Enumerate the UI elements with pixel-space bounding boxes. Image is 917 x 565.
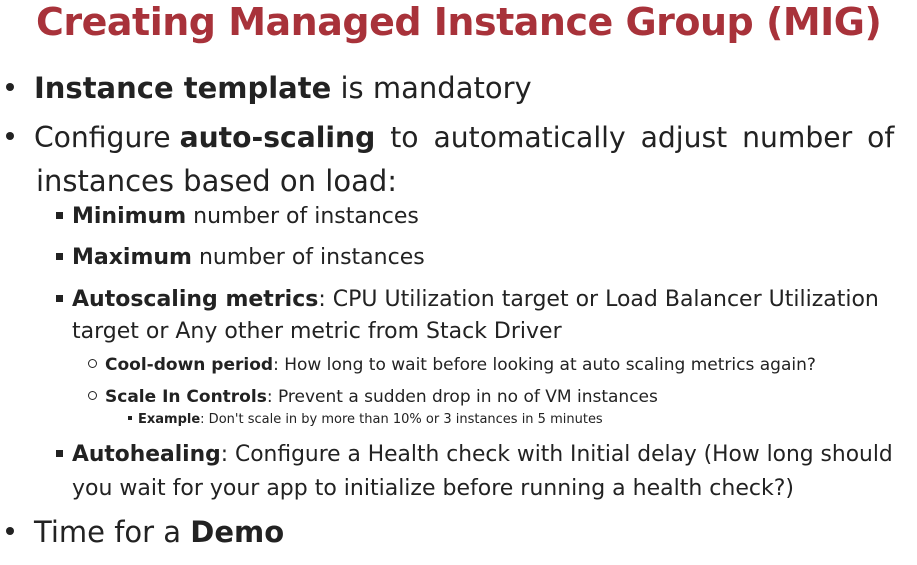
subbullet-autoscaling-metrics: Autoscaling metrics: CPU Utilization tar… bbox=[56, 284, 879, 316]
square-bullet-icon bbox=[56, 211, 63, 219]
slide: Creating Managed Instance Group (MIG) In… bbox=[0, 0, 917, 565]
small-square-bullet-icon bbox=[128, 415, 132, 420]
slide-title: Creating Managed Instance Group (MIG) bbox=[36, 0, 882, 44]
bullet-demo: Time for a Demo bbox=[6, 510, 284, 554]
bullet-instance-template: Instance template is mandatory bbox=[6, 66, 532, 110]
subbullet-maximum: Maximum number of instances bbox=[56, 242, 425, 274]
subsubbullet-text: : Prevent a sudden drop in no of VM inst… bbox=[266, 387, 658, 407]
subbullet-minimum: Minimum number of instances bbox=[56, 201, 419, 233]
circle-bullet-icon bbox=[88, 390, 97, 400]
example-bold-text: Example bbox=[138, 412, 201, 427]
subbullet-bold-text: Autohealing bbox=[72, 442, 221, 467]
bullet-auto-scaling-continued: instances based on load: bbox=[36, 160, 887, 202]
bullet-dot-icon bbox=[6, 83, 14, 91]
bullet-bold-text: Demo bbox=[190, 515, 285, 549]
subbullet-text: number of instances bbox=[191, 245, 425, 270]
subsubbullet-bold-text: Scale In Controls bbox=[105, 387, 267, 407]
example-bullet: Example: Don't scale in by more than 10%… bbox=[128, 410, 603, 430]
example-text: : Don't scale in by more than 10% or 3 i… bbox=[200, 412, 603, 427]
subsubbullet-bold-text: Cool-down period bbox=[105, 355, 274, 375]
square-bullet-icon bbox=[56, 449, 63, 457]
bullet-text: instances based on load: bbox=[36, 164, 398, 198]
circle-bullet-icon bbox=[88, 358, 97, 368]
square-bullet-icon bbox=[56, 252, 63, 260]
bullet-text: Time for a bbox=[34, 515, 191, 549]
subbullet-text: : Configure a Health check with Initial … bbox=[220, 442, 893, 467]
bullet-dot-icon bbox=[6, 527, 14, 535]
bullet-text: is mandatory bbox=[331, 71, 532, 105]
subbullet-text: you wait for your app to initialize befo… bbox=[72, 476, 794, 501]
subbullet-bold-text: Minimum bbox=[72, 204, 187, 229]
subbullet-autoscaling-metrics-continued: target or Any other metric from Stack Dr… bbox=[72, 316, 562, 348]
subbullet-text: : CPU Utilization target or Load Balance… bbox=[318, 287, 879, 312]
subbullet-text: target or Any other metric from Stack Dr… bbox=[72, 319, 562, 344]
bullet-bold-text: auto-scaling bbox=[179, 121, 376, 154]
bullet-text: to automatically adjust number of bbox=[375, 121, 895, 154]
subsubbullet-scale-in-controls: Scale In Controls: Prevent a sudden drop… bbox=[88, 384, 658, 410]
subsubbullet-text: : How long to wait before looking at aut… bbox=[273, 355, 816, 375]
subbullet-autohealing: Autohealing: Configure a Health check wi… bbox=[56, 439, 893, 471]
subbullet-text: number of instances bbox=[186, 204, 419, 229]
bullet-dot-icon bbox=[6, 132, 14, 140]
subbullet-bold-text: Maximum bbox=[72, 245, 192, 270]
subsubbullet-cool-down: Cool-down period: How long to wait befor… bbox=[88, 352, 816, 378]
subbullet-bold-text: Autoscaling metrics bbox=[72, 287, 319, 312]
square-bullet-icon bbox=[56, 294, 63, 302]
bullet-text: Configure bbox=[34, 121, 180, 154]
bullet-bold-text: Instance template bbox=[34, 71, 332, 105]
subbullet-autohealing-continued: you wait for your app to initialize befo… bbox=[72, 473, 794, 505]
bullet-auto-scaling: Configure auto-scaling to automatically … bbox=[6, 116, 894, 160]
